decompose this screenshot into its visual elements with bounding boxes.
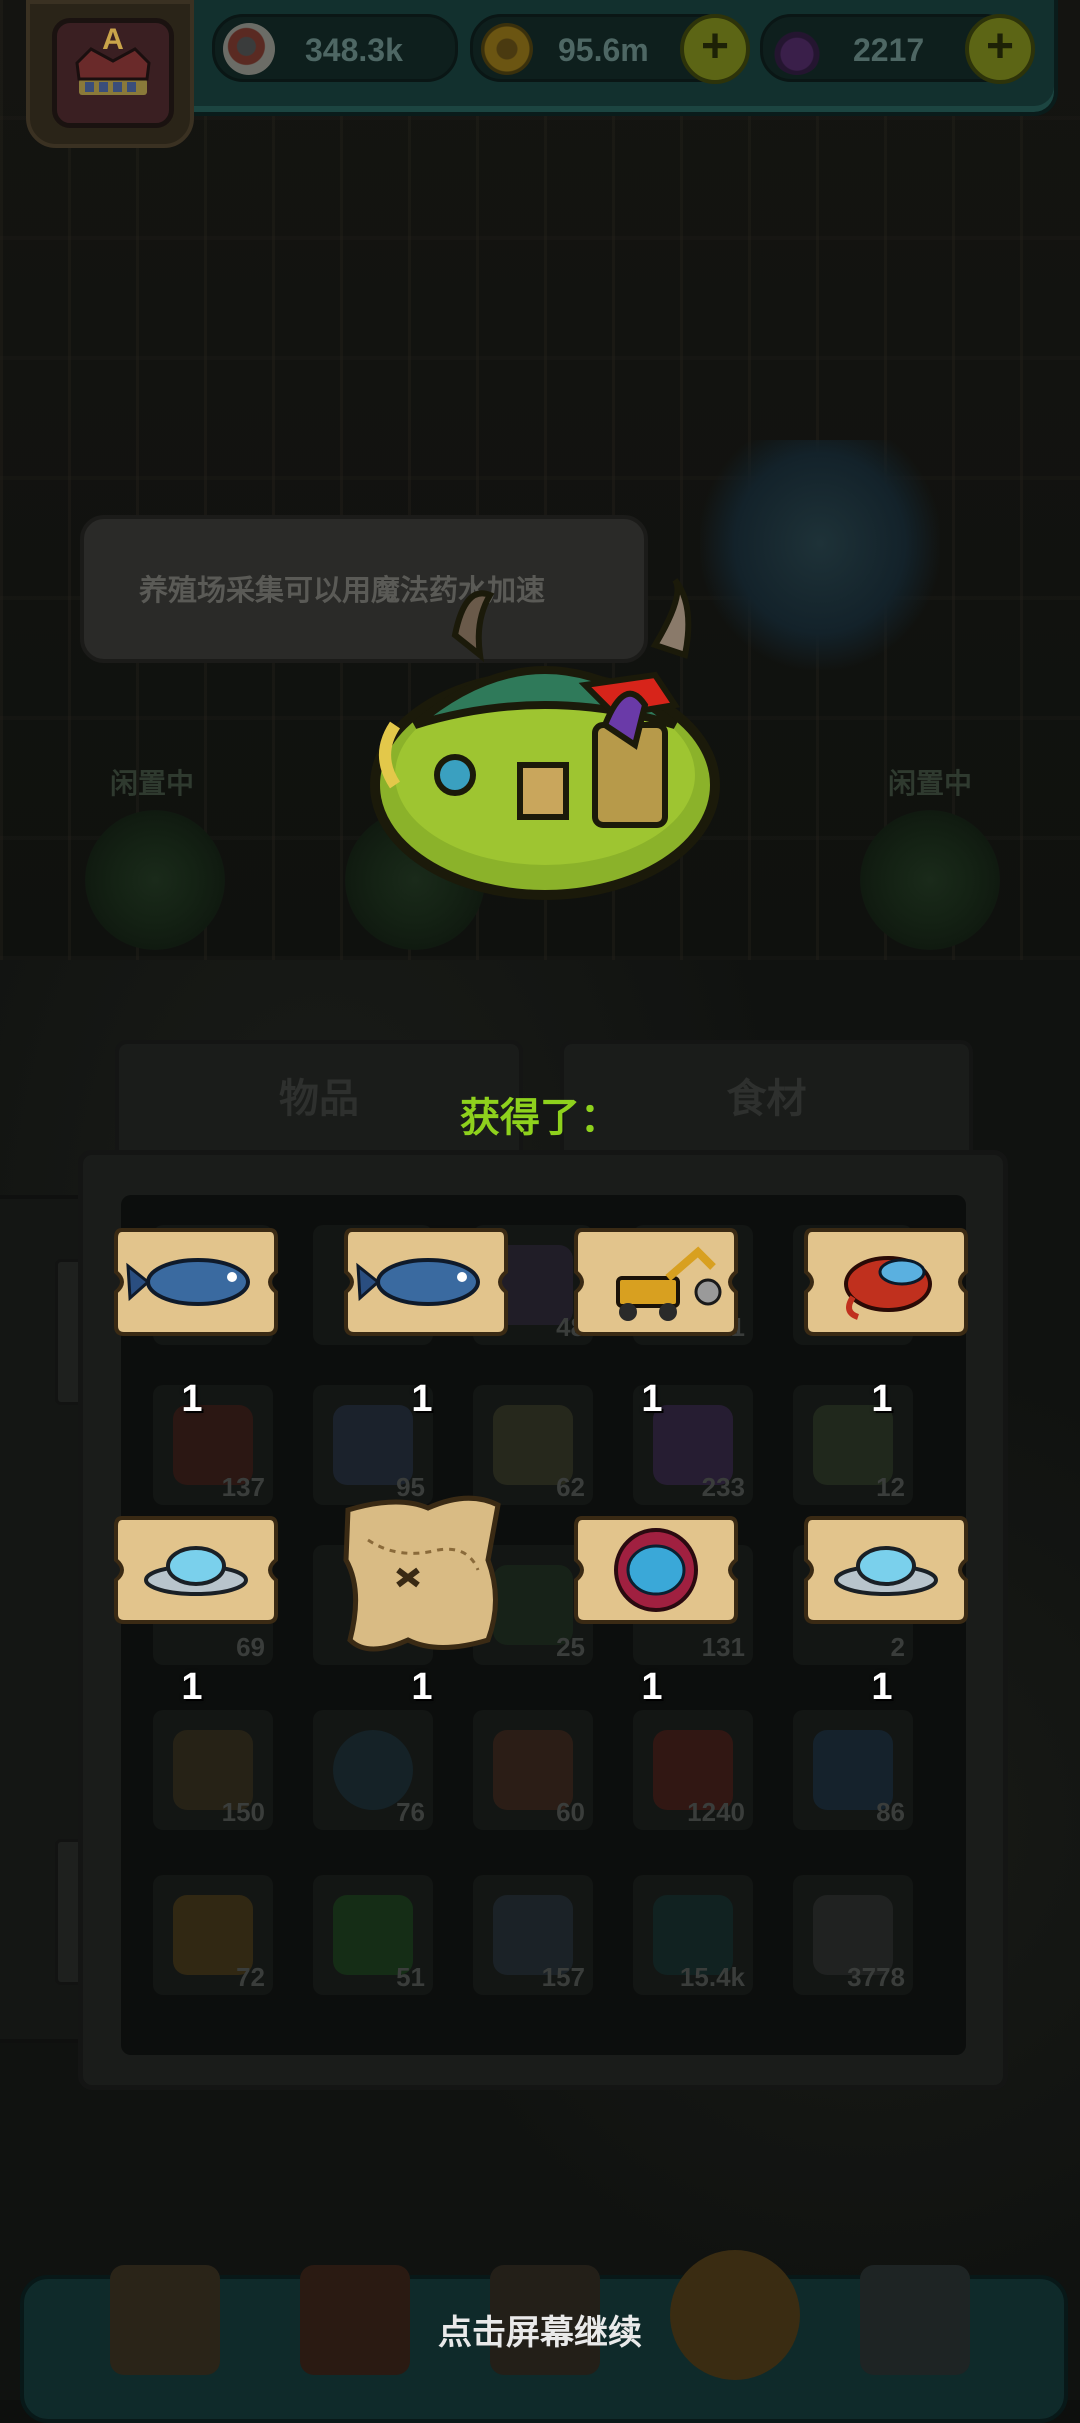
slot-count: 62 [556, 1472, 585, 1502]
inventory-slot[interactable]: 3778 [793, 1875, 913, 1995]
right-farm-status: 闲置中 [888, 768, 973, 799]
slot-count: 3778 [847, 1962, 905, 1992]
slot-count: 150 [221, 1797, 265, 1827]
eyeball-icon [223, 23, 275, 75]
avatar-crest-icon: A [52, 18, 174, 128]
slot-count: 2 [890, 1632, 905, 1662]
left-farm-status: 闲置中 [110, 768, 195, 799]
reward-quantity: 1 [641, 1666, 663, 1708]
farm-monster-icon [700, 440, 940, 670]
slot-count: 86 [876, 1797, 905, 1827]
resource-bar: A 348.3k 95.6m + 2217 + [0, 0, 1080, 148]
tap-to-continue-text[interactable]: 点击屏幕继续 [0, 2305, 1080, 2354]
reward-ticket-ufo [798, 1510, 974, 1630]
reward-ticket-red-squid [798, 1222, 974, 1342]
slot-count: 131 [701, 1632, 745, 1662]
reward-quantity: 1 [871, 1378, 893, 1420]
add-coins-button[interactable]: + [680, 14, 750, 84]
inventory-slot[interactable]: 150 [153, 1710, 273, 1830]
slot-count: 25 [556, 1632, 585, 1662]
inventory-slot[interactable]: 76 [313, 1710, 433, 1830]
inventory-slot[interactable]: 1240 [633, 1710, 753, 1830]
slot-count: 51 [396, 1962, 425, 1992]
inventory-slot[interactable]: 51 [313, 1875, 433, 1995]
reward-quantity: 1 [641, 1378, 663, 1420]
slot-count: 137 [221, 1472, 265, 1502]
reward-quantity: 1 [871, 1666, 893, 1708]
potion-value: 2217 [853, 32, 925, 68]
coin-icon [481, 23, 533, 75]
reward-ticket-blue-fish [338, 1222, 514, 1342]
reward-bag-icon [355, 575, 735, 905]
slot-count: 1240 [687, 1797, 745, 1827]
rewards-title: 获得了： [460, 1096, 620, 1140]
reward-ticket-ufo [108, 1510, 284, 1630]
right-farm-slot-icon[interactable] [860, 810, 1000, 950]
inventory-slot[interactable]: 60 [473, 1710, 593, 1830]
reward-quantity: 1 [411, 1378, 433, 1420]
slot-count: 157 [541, 1962, 585, 1992]
add-potions-button[interactable]: + [965, 14, 1035, 84]
reward-treasure-map [338, 1490, 508, 1660]
slot-count: 12 [876, 1472, 905, 1502]
reward-ticket-blue-fish [108, 1222, 284, 1342]
slot-count: 72 [236, 1962, 265, 1992]
slot-count: 15.4k [679, 1962, 745, 1992]
inventory-slot[interactable]: 72 [153, 1875, 273, 1995]
slot-count: 233 [701, 1472, 745, 1502]
inventory-slot[interactable]: 86 [793, 1710, 913, 1830]
slot-count: 60 [556, 1797, 585, 1827]
left-farm-slot-icon[interactable] [85, 810, 225, 950]
inventory-slot[interactable]: 157 [473, 1875, 593, 1995]
coin-value: 95.6m [558, 32, 649, 68]
slot-count: 76 [396, 1797, 425, 1827]
player-avatar[interactable]: A [26, 0, 194, 148]
reward-quantity: 1 [181, 1378, 203, 1420]
inventory-slot[interactable]: 15.4k [633, 1875, 753, 1995]
reward-quantity: 1 [411, 1666, 433, 1708]
inventory-slot[interactable]: 62 [473, 1385, 593, 1505]
eyeball-counter: 348.3k [212, 14, 458, 82]
inventory-side-rail [0, 1195, 95, 2043]
reward-ticket-excavator [568, 1222, 744, 1342]
potion-icon [771, 23, 823, 75]
reward-ticket-octopus-egg [568, 1510, 744, 1630]
slot-count: 69 [236, 1632, 265, 1662]
eyeball-value: 348.3k [305, 32, 403, 68]
reward-quantity: 1 [181, 1666, 203, 1708]
